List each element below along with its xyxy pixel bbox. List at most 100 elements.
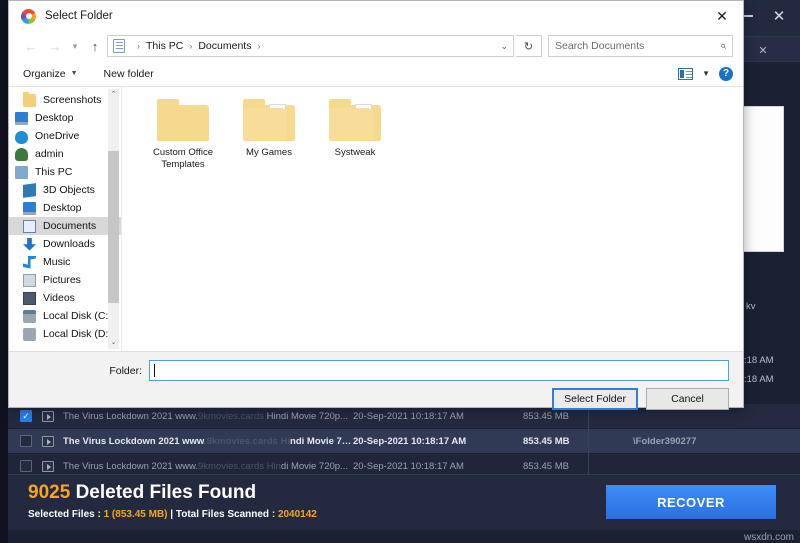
screen: ✕ ✕ naged or t it. ore than n. ble. kv:1… (0, 0, 800, 543)
deleted-files-found: 9025 Deleted Files Found (28, 482, 256, 504)
file-list[interactable]: ✓ The Virus Lockdown 2021 www.9kmovies.ca… (8, 404, 800, 480)
detail-fragment-1: :18 AM (744, 355, 774, 366)
recover-button[interactable]: RECOVER (606, 485, 776, 519)
tab-close-icon[interactable]: ✕ (754, 41, 772, 59)
tree-item-label: 3D Objects (43, 184, 95, 196)
organize-button[interactable]: Organize ▼ (23, 68, 78, 80)
selected-files-size: (853.45 MB) (109, 509, 168, 520)
disk-icon (23, 309, 36, 323)
file-date: 20-Sep-2021 10:18:17 AM (353, 410, 464, 422)
row-checkbox[interactable] (20, 435, 32, 447)
watermark: wsxdn.com (743, 532, 794, 543)
tree-item-documents[interactable]: Documents (9, 217, 121, 235)
tree-item-local-disk-d[interactable]: Local Disk (D:) (9, 325, 121, 343)
view-chevron-down-icon[interactable]: ▼ (702, 69, 710, 78)
tree-item-label: Screenshots (43, 94, 102, 106)
tree-item-3d-objects[interactable]: 3D Objects (9, 181, 121, 199)
folder-input[interactable] (149, 360, 729, 381)
pc-icon (15, 165, 28, 179)
folder-item-label: Custom Office Templates (152, 147, 213, 170)
up-icon[interactable]: ↑ (83, 34, 107, 58)
scroll-down-icon[interactable]: ⌄ (108, 337, 119, 349)
tree-item-admin[interactable]: admin (9, 145, 121, 163)
tree-item-desktop[interactable]: Desktop (9, 109, 121, 127)
docs-icon (23, 219, 36, 233)
tree-item-music[interactable]: Music (9, 253, 121, 271)
disk2-icon (23, 327, 36, 341)
breadcrumb-item-documents[interactable]: Documents (198, 40, 251, 52)
tree-item-videos[interactable]: Videos (9, 289, 121, 307)
breadcrumb[interactable]: › This PC › Documents › ⌄ (107, 35, 514, 57)
detail-fragment-0: kv (746, 301, 756, 312)
refresh-icon[interactable]: ↻ (516, 35, 542, 57)
user-icon (15, 147, 28, 161)
table-row[interactable]: The Virus Lockdown 2021 www.9kmovies.car… (8, 429, 800, 453)
view-layout-icon[interactable] (678, 67, 694, 80)
tree-item-local-disk-c[interactable]: Local Disk (C:) (9, 307, 121, 325)
dialog-footer: Folder: Select Folder Cancel (9, 351, 743, 410)
folder-item[interactable]: My Games (226, 97, 312, 171)
cloud-icon (15, 130, 28, 144)
scroll-up-icon[interactable]: ⌃ (108, 89, 119, 101)
folder-icon (157, 99, 209, 141)
tree-item-label: This PC (35, 166, 73, 178)
tree-item-label: OneDrive (35, 130, 80, 142)
tree-item-desktop[interactable]: Desktop (9, 199, 121, 217)
forward-icon[interactable]: → (43, 34, 67, 58)
deleted-files-count: 9025 (28, 482, 71, 503)
search-icon: ⌕ (719, 39, 726, 52)
video-file-icon (42, 460, 54, 472)
tree-item-label: Videos (43, 292, 75, 304)
breadcrumb-item-this-pc[interactable]: This PC (146, 40, 183, 52)
row-checkbox[interactable] (20, 460, 32, 472)
navigation-tree[interactable]: ⌃ ⌄ Screenshots Desktop OneDrive admin This … (9, 87, 121, 351)
file-size: 853.45 MB (523, 435, 570, 447)
tree-item-this-pc[interactable]: This PC (9, 163, 121, 181)
back-icon[interactable]: ← (19, 34, 43, 58)
toolbar-right-group: ▼ ? (678, 66, 733, 81)
folder-field-row: Folder: (9, 360, 743, 381)
monitor-icon (23, 201, 36, 215)
tree-item-label: Desktop (43, 202, 82, 214)
deleted-files-label: Deleted Files Found (75, 482, 257, 503)
row-checkbox[interactable]: ✓ (20, 410, 32, 422)
left-edge-strip (0, 0, 8, 543)
breadcrumb-dropdown-icon[interactable]: ⌄ (494, 41, 508, 52)
recent-locations-icon[interactable]: ▾ (67, 34, 83, 58)
close-icon[interactable]: ✕ (764, 2, 794, 30)
folder-field-label: Folder: (109, 364, 142, 377)
folder-item[interactable]: Systweak (312, 97, 398, 171)
cancel-button[interactable]: Cancel (646, 388, 729, 410)
dialog-toolbar: Organize ▼ New folder ▼ ? (9, 61, 743, 87)
help-icon[interactable]: ? (719, 66, 733, 81)
navigation-bar: ← → ▾ ↑ › This PC › Documents › ⌄ ↻ Sear… (9, 31, 743, 61)
pic-icon (23, 273, 36, 287)
app-logo-icon (21, 8, 36, 24)
dialog-close-icon[interactable]: ✕ (701, 1, 743, 31)
tree-item-pictures[interactable]: Pictures (9, 271, 121, 289)
total-files-scanned: 2040142 (277, 509, 317, 520)
folder-grid[interactable]: Custom Office Templates My Games Systweak (121, 87, 743, 351)
tree-scrollbar[interactable]: ⌃ ⌄ (108, 89, 119, 349)
status-bar: 9025 Deleted Files Found Selected Files … (8, 474, 800, 530)
select-folder-dialog: Select Folder ✕ ← → ▾ ↑ › This PC › Docu… (8, 0, 744, 410)
file-name: The Virus Lockdown 2021 www.9kmovies.car… (63, 410, 348, 422)
tree-item-screenshots[interactable]: Screenshots (9, 91, 121, 109)
folder-item-label: Systweak (334, 147, 376, 158)
tree-item-label: Music (43, 256, 71, 268)
down-icon (23, 237, 36, 251)
select-folder-button[interactable]: Select Folder (552, 388, 638, 410)
file-name: The Virus Lockdown 2021 www.9kmovies.car… (63, 435, 353, 447)
tree-item-downloads[interactable]: Downloads (9, 235, 121, 253)
vid-icon (23, 291, 36, 305)
file-size: 853.45 MB (523, 410, 569, 422)
organize-label: Organize (23, 67, 66, 80)
tree-scrollbar-thumb[interactable] (108, 151, 119, 303)
folder-item-label: My Games (246, 147, 292, 158)
search-input[interactable]: Search Documents ⌕ (548, 35, 733, 57)
breadcrumb-sep-1: › (189, 41, 193, 51)
folder-item[interactable]: Custom Office Templates (140, 97, 226, 171)
tree-item-onedrive[interactable]: OneDrive (9, 127, 121, 145)
new-folder-button[interactable]: New folder (104, 68, 154, 80)
dialog-titlebar: Select Folder ✕ (9, 1, 743, 31)
